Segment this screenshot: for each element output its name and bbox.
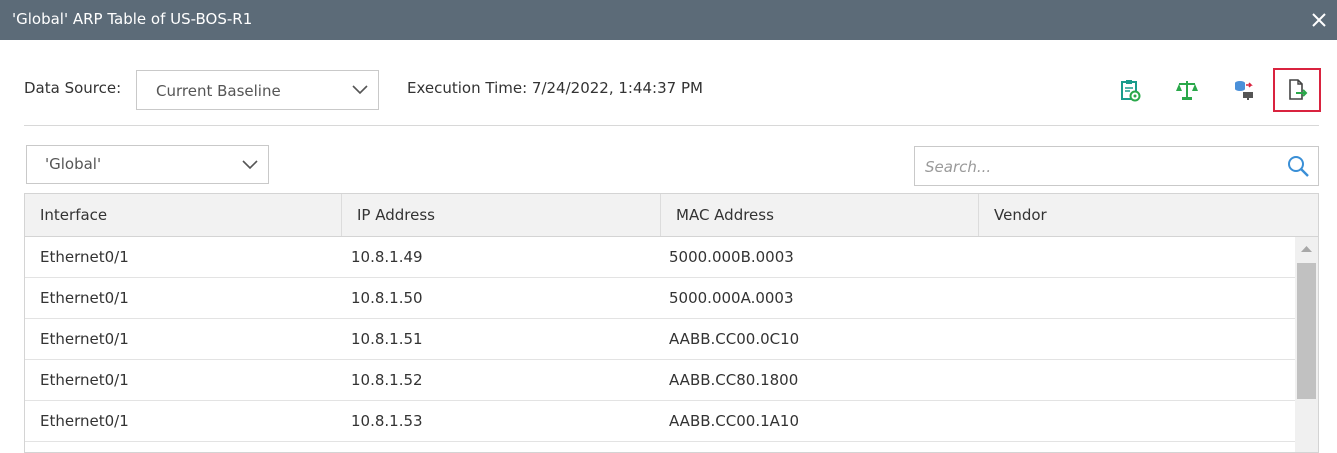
export-file-icon [1289,79,1308,100]
database-to-device-icon [1235,81,1253,100]
scope-value: 'Global' [45,155,102,173]
cell-mac-address: AABB.CC80.1800 [669,371,799,389]
column-header-ip-address[interactable]: IP Address [341,194,660,236]
toolbar-divider [24,125,1319,126]
search-input[interactable] [923,155,1282,179]
table-header: Interface IP Address MAC Address Vendor [25,194,1318,237]
vertical-scrollbar[interactable] [1295,237,1318,452]
cell-mac-address: 5000.000B.0003 [669,248,794,266]
data-source-label: Data Source: [24,79,122,97]
cell-mac-address: AABB.CC00.1A10 [669,412,799,430]
export-button[interactable] [1273,68,1321,112]
column-header-mac-address[interactable]: MAC Address [660,194,978,236]
cell-mac-address: AABB.CC00.0C10 [669,330,800,348]
cell-interface: Ethernet0/1 [40,248,129,266]
clipboard-refresh-icon [1121,80,1141,102]
cell-interface: Ethernet0/1 [40,412,129,430]
cell-vendor [972,401,987,441]
cell-interface: Ethernet0/1 [40,289,129,307]
column-header-interface[interactable]: Interface [25,194,341,236]
cell-vendor [972,319,987,359]
balance-scale-icon [1176,81,1198,100]
cell-mac-address: 5000.000A.0003 [669,289,794,307]
search-box [914,146,1319,186]
scrollbar-thumb[interactable] [1297,263,1316,399]
scroll-up-arrow-icon[interactable] [1301,245,1312,253]
window-title: 'Global' ARP Table of US-BOS-R1 [12,10,253,28]
table-row[interactable]: Ethernet0/1 10.8.1.52 AABB.CC80.1800 [25,360,1295,401]
cell-vendor [972,360,987,400]
scope-dropdown[interactable]: 'Global' [26,145,269,184]
table-row[interactable]: Ethernet0/1 10.8.1.49 5000.000B.0003 [25,237,1295,278]
table-body: Ethernet0/1 10.8.1.49 5000.000B.0003 Eth… [25,237,1295,442]
chevron-down-icon [242,160,258,170]
cell-interface: Ethernet0/1 [40,330,129,348]
column-header-vendor[interactable]: Vendor [978,194,1295,236]
compare-button[interactable] [1163,68,1211,112]
cell-ip-address: 10.8.1.52 [351,371,423,389]
table-row[interactable]: Ethernet0/1 10.8.1.53 AABB.CC00.1A10 [25,401,1295,442]
title-bar: 'Global' ARP Table of US-BOS-R1 [0,0,1337,40]
cell-ip-address: 10.8.1.50 [351,289,423,307]
table-row[interactable]: Ethernet0/1 10.8.1.50 5000.000A.0003 [25,278,1295,319]
clipboard-refresh-button[interactable] [1106,68,1154,112]
chevron-down-icon [352,85,368,95]
data-source-dropdown[interactable]: Current Baseline [136,70,379,110]
cell-vendor [972,237,987,277]
close-icon [1312,13,1326,27]
database-to-device-button[interactable] [1220,68,1268,112]
execution-time: Execution Time: 7/24/2022, 1:44:37 PM [407,79,703,97]
cell-ip-address: 10.8.1.51 [351,330,423,348]
cell-ip-address: 10.8.1.53 [351,412,423,430]
close-button[interactable] [1305,6,1333,34]
search-icon[interactable] [1286,154,1310,178]
table-row[interactable]: Ethernet0/1 10.8.1.51 AABB.CC00.0C10 [25,319,1295,360]
cell-ip-address: 10.8.1.49 [351,248,423,266]
data-source-value: Current Baseline [156,82,281,100]
cell-interface: Ethernet0/1 [40,371,129,389]
arp-table: Interface IP Address MAC Address Vendor … [24,193,1319,453]
cell-vendor [972,278,987,318]
